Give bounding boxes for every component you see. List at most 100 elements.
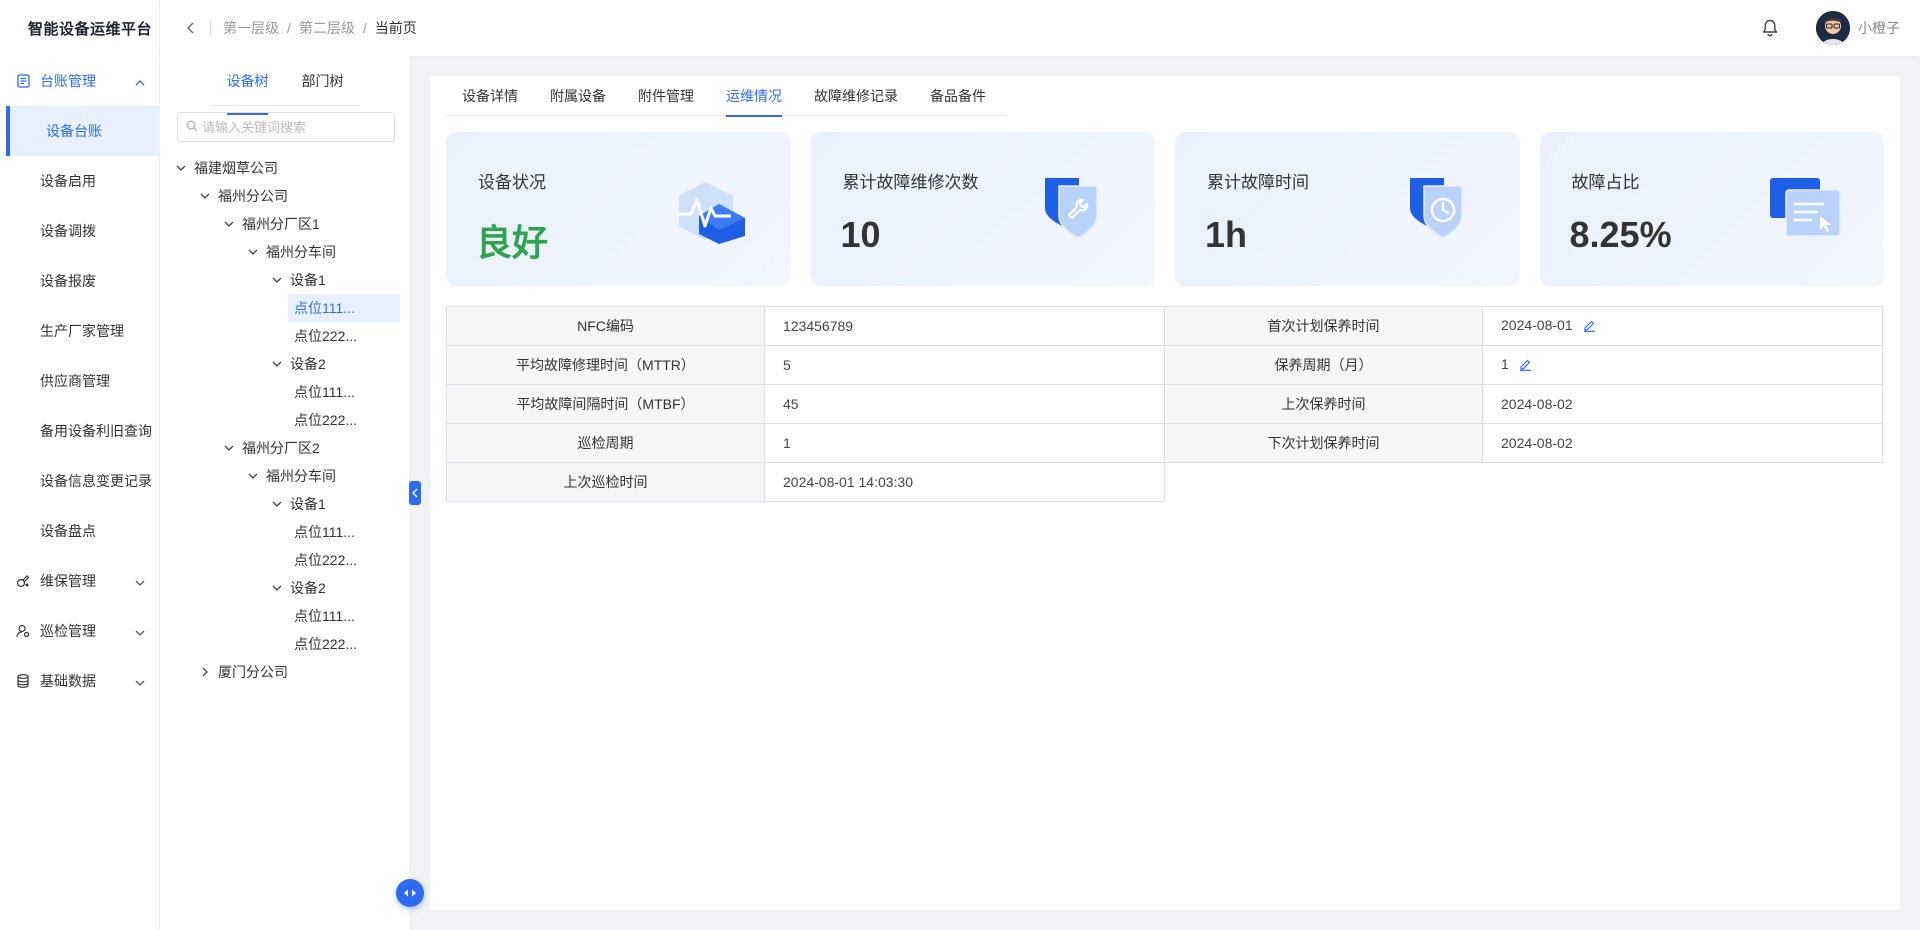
field-value: 123456789 [764, 306, 1165, 346]
tree-node[interactable]: 厦门分公司 [174, 658, 400, 686]
sidebar-item-supplier[interactable]: 供应商管理 [0, 356, 159, 406]
tab-attached-equipment[interactable]: 附属设备 [534, 76, 622, 116]
card-title: 故障占比 [1571, 173, 1640, 192]
tab-equipment-tree[interactable]: 设备树 [210, 66, 285, 115]
tree-node-label: 点位222... [294, 328, 358, 344]
empty-cell [1164, 462, 1883, 502]
tree-node-label: 设备1 [290, 496, 326, 512]
card-value: 1h [1205, 214, 1248, 255]
pulse-cube-icon [675, 174, 751, 244]
chevron-down-icon[interactable] [222, 445, 236, 451]
arrows-horizontal-icon [404, 889, 416, 897]
chevron-down-icon[interactable] [198, 193, 212, 199]
app-logo: 智能设备运维平台 [28, 20, 153, 38]
tree-node[interactable]: 福州分车间 [174, 238, 400, 266]
tree-leaf-node[interactable]: 点位222... [174, 406, 400, 434]
tree-node-label: 点位222... [294, 552, 358, 568]
tree-node[interactable]: 设备2 [174, 574, 400, 602]
tree-node-label: 福州分厂区2 [242, 440, 320, 456]
chevron-down-icon[interactable] [270, 361, 284, 367]
edit-icon[interactable] [1583, 319, 1596, 335]
breadcrumb-item[interactable]: 第一层级 [223, 18, 279, 38]
collapse-tree-button[interactable] [409, 481, 421, 505]
field-value: 1 [1501, 356, 1509, 373]
menu-group-label: 台账管理 [40, 73, 96, 89]
tree-node[interactable]: 设备1 [174, 266, 400, 294]
sidebar-item-spare-reuse[interactable]: 备用设备利旧查询 [0, 406, 159, 456]
chevron-down-icon[interactable] [222, 221, 236, 227]
menu-group-label: 巡检管理 [40, 623, 96, 639]
chevron-right-icon[interactable] [198, 667, 212, 677]
tab-operations[interactable]: 运维情况 [710, 76, 798, 117]
tab-repair-records[interactable]: 故障维修记录 [798, 76, 914, 116]
sidebar-item-equipment-transfer[interactable]: 设备调拨 [0, 206, 159, 256]
table-row: 平均故障修理时间（MTTR） 5 保养周期（月） 1 [446, 345, 1883, 385]
table-row: NFC编码 123456789 首次计划保养时间 2024-08-01 [446, 306, 1883, 346]
field-value: 5 [764, 345, 1165, 385]
breadcrumb-separator: / [287, 20, 291, 36]
field-value: 1 [764, 423, 1165, 463]
resize-toggle-button[interactable] [396, 879, 424, 907]
field-label: 平均故障修理时间（MTTR） [446, 345, 765, 385]
chevron-down-icon[interactable] [246, 473, 260, 479]
menu-group-basic-data[interactable]: 基础数据 [0, 656, 159, 706]
menu-group-maintenance[interactable]: 维保管理 [0, 556, 159, 606]
tree-node[interactable]: 设备1 [174, 490, 400, 518]
field-label: NFC编码 [446, 306, 765, 346]
menu-group-ledger[interactable]: 台账管理 [0, 56, 159, 106]
tree-leaf-node[interactable]: 点位222... [174, 322, 400, 350]
breadcrumb-item[interactable]: 第二层级 [299, 18, 355, 38]
tree-leaf-node[interactable]: 点位111... [174, 518, 400, 546]
chevron-down-icon[interactable] [270, 585, 284, 591]
operations-info-table: NFC编码 123456789 首次计划保养时间 2024-08-01 平均故障… [446, 306, 1883, 502]
breadcrumb-separator: / [362, 20, 367, 36]
back-button[interactable] [176, 22, 204, 34]
edit-icon[interactable] [1519, 358, 1532, 374]
field-value-cell: 2024-08-01 [1482, 306, 1883, 346]
tab-spare-parts[interactable]: 备品备件 [914, 76, 1002, 116]
field-value-cell: 1 [1482, 345, 1883, 385]
tree-node[interactable]: 福州分厂区1 [174, 210, 400, 238]
username[interactable]: 小橙子 [1858, 18, 1900, 38]
tree-node[interactable]: 福州分车间 [174, 462, 400, 490]
tree-leaf-node[interactable]: 点位111... [174, 378, 400, 406]
stat-card-fault-ratio: 故障占比 8.25% [1539, 132, 1884, 286]
tree-leaf-node[interactable]: 点位222... [174, 546, 400, 574]
tree-node[interactable]: 设备2 [174, 350, 400, 378]
tree-node[interactable]: 福州分公司 [174, 182, 400, 210]
chevron-down-icon[interactable] [174, 165, 188, 171]
wrench-shield-icon [1039, 174, 1115, 244]
chevron-down-icon[interactable] [270, 277, 284, 283]
menu-group-inspection[interactable]: 巡检管理 [0, 606, 159, 656]
database-icon [16, 674, 30, 688]
tab-equipment-details[interactable]: 设备详情 [446, 76, 534, 116]
sidebar-item-equipment-ledger[interactable]: 设备台账 [6, 106, 159, 156]
ledger-icon [16, 74, 30, 88]
tree-leaf-node[interactable]: 点位111... [174, 602, 400, 630]
tab-department-tree[interactable]: 部门树 [285, 66, 360, 105]
chevron-down-icon[interactable] [246, 249, 260, 255]
sidebar-item-equipment-scrap[interactable]: 设备报废 [0, 256, 159, 306]
tree-leaf-node[interactable]: 点位111... [288, 294, 400, 322]
field-label: 首次计划保养时间 [1164, 306, 1483, 346]
chevron-down-icon[interactable] [270, 501, 284, 507]
tree-node[interactable]: 福建烟草公司 [174, 154, 400, 182]
field-value: 2024-08-01 14:03:30 [764, 462, 1165, 502]
tree-node-label: 厦门分公司 [218, 664, 288, 680]
tree-node-label: 设备2 [290, 356, 326, 372]
sidebar-item-manufacturer[interactable]: 生产厂家管理 [0, 306, 159, 356]
tree-node[interactable]: 福州分厂区2 [174, 434, 400, 462]
tree-node-label: 福州分车间 [266, 244, 336, 260]
sidebar-item-change-log[interactable]: 设备信息变更记录 [0, 456, 159, 506]
document-pointer-icon [1768, 174, 1844, 244]
search-input[interactable] [202, 119, 392, 135]
breadcrumb-current: 当前页 [374, 20, 417, 36]
table-row: 平均故障间隔时间（MTBF） 45 上次保养时间 2024-08-02 [446, 384, 1883, 424]
sidebar-item-inventory[interactable]: 设备盘点 [0, 506, 159, 556]
bell-icon[interactable] [1752, 19, 1788, 37]
table-row: 上次巡检时间 2024-08-01 14:03:30 [446, 462, 1883, 502]
tab-attachments[interactable]: 附件管理 [622, 76, 710, 116]
sidebar-item-equipment-enable[interactable]: 设备启用 [0, 156, 159, 206]
avatar[interactable] [1816, 11, 1850, 45]
tree-leaf-node[interactable]: 点位222... [174, 630, 400, 658]
